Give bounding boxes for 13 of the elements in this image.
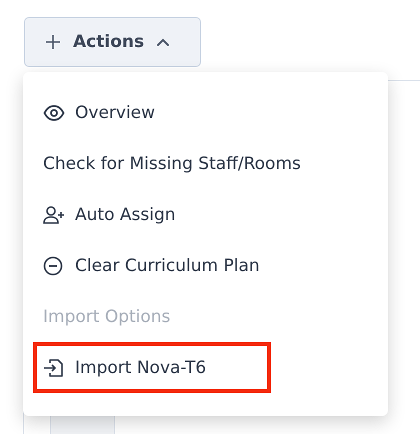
menu-item[interactable]: Auto Assign bbox=[33, 189, 186, 240]
menu-item[interactable]: Import Nova-T6 bbox=[37, 346, 216, 389]
menu-item[interactable]: Clear Curriculum Plan bbox=[33, 240, 270, 291]
user-plus-icon bbox=[43, 204, 65, 224]
menu-section-header: Import Options bbox=[42, 306, 172, 328]
minus-circle-icon bbox=[43, 256, 65, 276]
plus-icon bbox=[45, 34, 61, 50]
actions-button[interactable]: Actions bbox=[24, 17, 201, 67]
file-import-icon bbox=[43, 358, 65, 378]
menu-item[interactable]: Check for Missing Staff/Rooms bbox=[33, 138, 311, 189]
eye-icon bbox=[43, 104, 65, 122]
chevron-up-icon bbox=[156, 37, 170, 47]
menu-item[interactable]: Overview bbox=[33, 87, 166, 138]
